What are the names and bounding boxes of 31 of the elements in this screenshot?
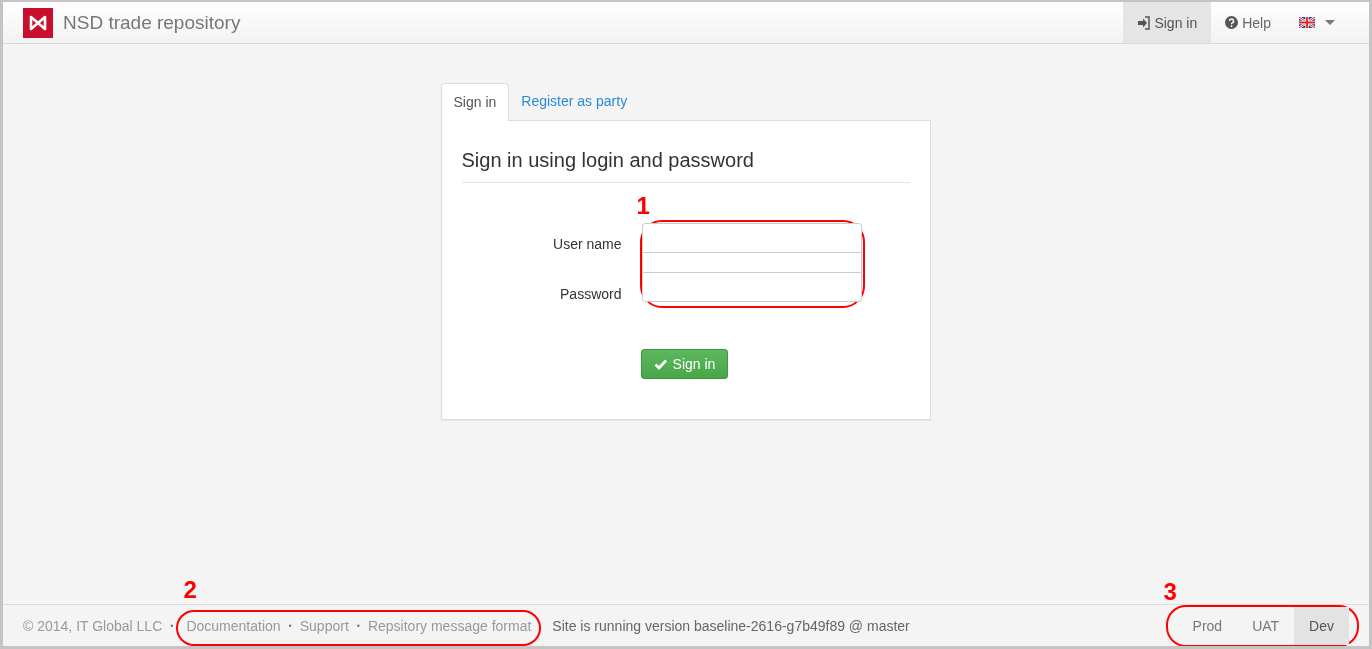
separator-dot: •: [288, 620, 292, 631]
caret-icon: [1325, 20, 1335, 25]
environment-link[interactable]: Prod: [1177, 607, 1238, 645]
help-icon: [1225, 16, 1239, 29]
field-label: User name: [552, 235, 622, 254]
footer-link[interactable]: Repsitory message format: [367, 617, 532, 634]
copyright-text: © 2014, IT Global LLC: [23, 617, 163, 634]
input-field[interactable]: [641, 272, 862, 302]
field-label: Password: [559, 285, 622, 304]
environment-link[interactable]: UAT: [1237, 607, 1295, 645]
check-icon: [653, 358, 668, 370]
separator-dot: •: [356, 620, 360, 631]
annotation-number: 1: [636, 193, 650, 219]
site-title[interactable]: NSD trade repository: [63, 11, 241, 34]
footer-link[interactable]: Documentation: [186, 617, 281, 634]
footer-link[interactable]: Support: [299, 617, 349, 634]
help-link[interactable]: Help: [1211, 2, 1285, 43]
logo-icon: [23, 7, 53, 38]
tab[interactable]: Register as party: [509, 82, 640, 120]
sign-in-icon: [1137, 15, 1151, 30]
tab[interactable]: Sign in: [440, 83, 510, 121]
version-text: Site is running version baseline-2616-g7b49f89 @ master: [552, 617, 910, 634]
annotation-number: 3: [1163, 579, 1177, 605]
sign-in-button[interactable]: Sign in: [640, 349, 729, 379]
environment-link[interactable]: Dev: [1294, 607, 1349, 645]
separator-dot: •: [170, 620, 174, 631]
input-field[interactable]: [641, 223, 862, 253]
flag-icon: [1299, 17, 1315, 28]
sign-in-link[interactable]: Sign in: [1123, 2, 1212, 43]
annotation-number: 2: [183, 576, 197, 603]
form-heading: Sign in using login and password: [461, 149, 910, 183]
